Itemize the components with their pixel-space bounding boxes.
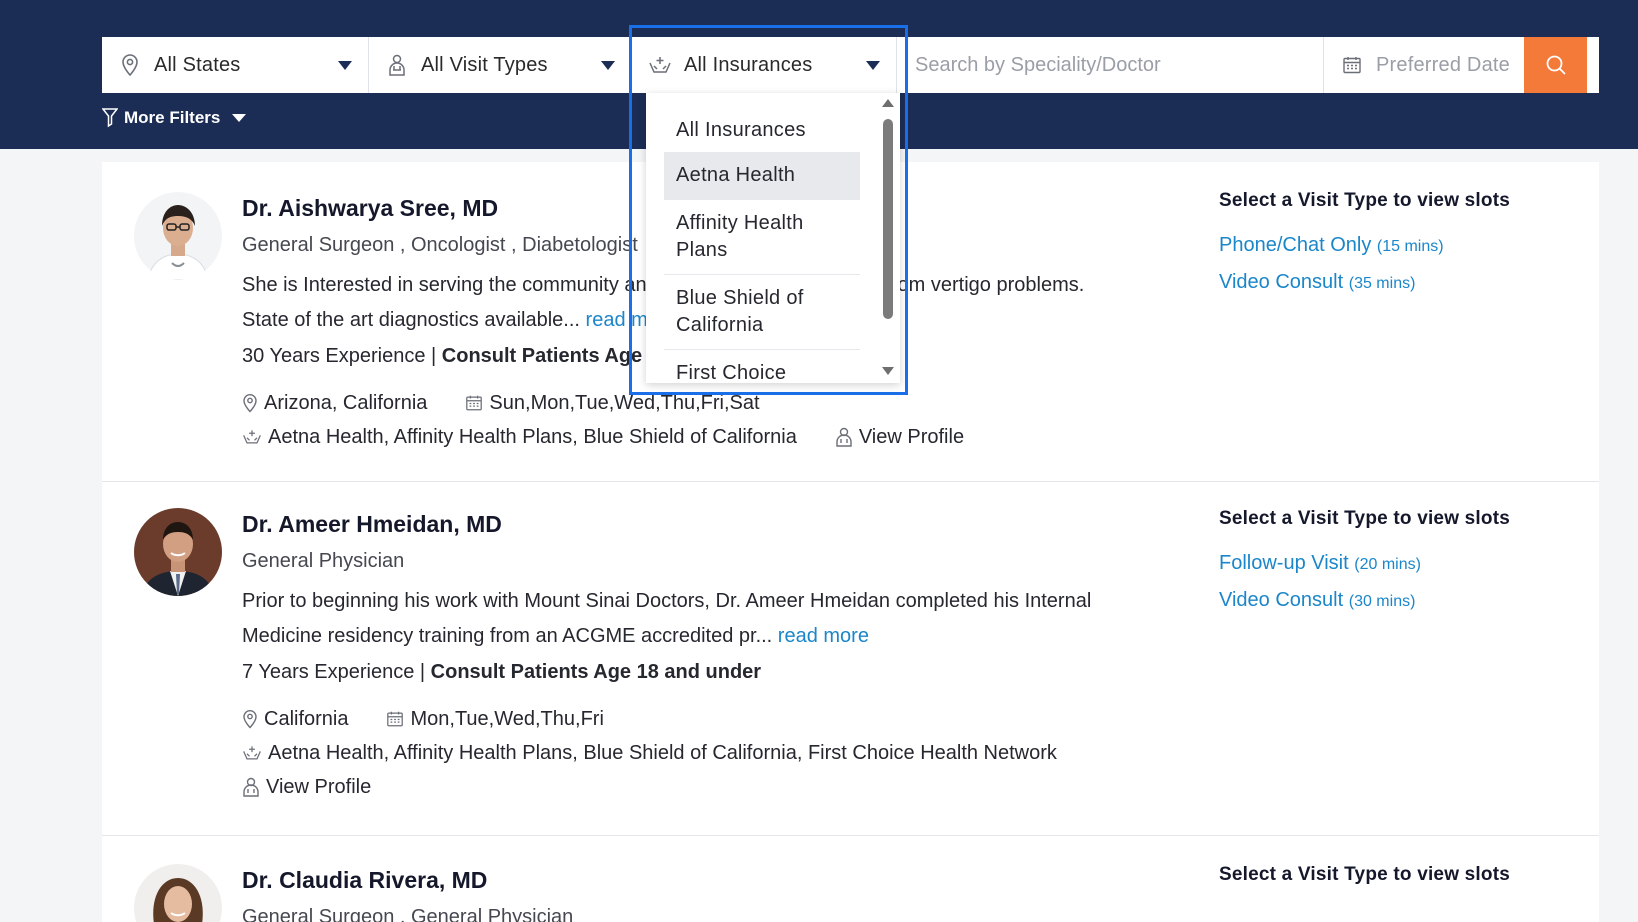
doctor-states: Arizona, California	[242, 386, 427, 420]
visit-types-select-label: All Visit Types	[421, 53, 548, 76]
states-text: Arizona, California	[264, 392, 428, 414]
slot-link[interactable]: Video Consult (30 mins)	[1219, 589, 1510, 612]
slot-duration: (15 mins)	[1376, 238, 1444, 255]
insurances-select-label: All Insurances	[684, 53, 813, 76]
doctor-info: Dr. Claudia Rivera, MD General Surgeon ,…	[242, 864, 1129, 922]
slot-label: Phone/Chat Only	[1219, 234, 1372, 256]
funnel-filter-icon	[102, 108, 118, 128]
doctor-states: California	[242, 702, 348, 736]
view-profile-label: View Profile	[266, 776, 372, 798]
doctor-experience: 7 Years Experience | Consult Patients Ag…	[242, 661, 762, 683]
insurances-text: Aetna Health, Affinity Health Plans, Blu…	[268, 742, 1057, 764]
slot-label: Video Consult	[1219, 271, 1344, 293]
doctor-card: Dr. Ameer Hmeidan, MD General Physician …	[102, 482, 1599, 836]
insurance-options-list: All Insurances Aetna Health Affinity Hea…	[664, 105, 860, 383]
insurance-dropdown: All Insurances Aetna Health Affinity Hea…	[646, 93, 900, 383]
calendar-icon	[465, 394, 483, 412]
avatar	[134, 508, 222, 596]
insurance-hands-icon	[242, 743, 262, 763]
states-text: California	[264, 708, 349, 730]
location-pin-icon	[242, 393, 258, 413]
calendar-icon	[1340, 53, 1364, 77]
doctor-bio: Prior to beginning his work with Mount S…	[242, 584, 1102, 654]
doctor-specialties: General Surgeon , General Physician	[242, 906, 574, 922]
chevron-down-icon	[866, 61, 880, 70]
location-pin-icon	[118, 53, 142, 77]
experience-years: 30 Years Experience	[242, 345, 426, 367]
doctor-days: Sun,Mon,Tue,Wed,Thu,Fri,Sat	[465, 386, 760, 420]
scroll-up-arrow-icon[interactable]	[882, 99, 894, 107]
slots-title: Select a Visit Type to view slots	[1219, 190, 1511, 211]
search-button[interactable]	[1524, 37, 1587, 93]
scroll-down-arrow-icon[interactable]	[882, 367, 894, 375]
doctor-insurances: Aetna Health, Affinity Health Plans, Blu…	[242, 736, 1057, 770]
visit-slots: Select a Visit Type to view slots	[1219, 864, 1510, 908]
doctor-specialties: General Physician	[242, 550, 405, 572]
doctor-bio-text: Prior to beginning his work with Mount S…	[242, 590, 1092, 647]
states-select-label: All States	[154, 53, 241, 76]
chevron-down-icon	[338, 61, 352, 70]
location-pin-icon	[242, 709, 258, 729]
doctor-name[interactable]: Dr. Claudia Rivera, MD	[242, 864, 1129, 896]
chevron-down-icon	[232, 114, 247, 122]
slots-title: Select a Visit Type to view slots	[1219, 864, 1511, 885]
view-profile-link[interactable]: View Profile	[242, 770, 371, 804]
slot-duration: (30 mins)	[1348, 593, 1416, 610]
slot-link[interactable]: Phone/Chat Only (15 mins)	[1219, 234, 1510, 257]
avatar	[134, 192, 222, 280]
slot-label: Video Consult	[1219, 589, 1344, 611]
days-text: Sun,Mon,Tue,Wed,Thu,Fri,Sat	[489, 392, 760, 414]
doctor-name[interactable]: Dr. Ameer Hmeidan, MD	[242, 508, 1129, 540]
doctor-card: Dr. Claudia Rivera, MD General Surgeon ,…	[102, 836, 1599, 922]
view-profile-label: View Profile	[858, 426, 965, 448]
more-filters-label: More Filters	[124, 108, 221, 127]
insurance-option[interactable]: First Choice	[664, 350, 860, 383]
insurance-option[interactable]: Affinity Health Plans	[664, 200, 860, 275]
insurance-option[interactable]: All Insurances	[664, 105, 860, 152]
slot-duration: (35 mins)	[1348, 275, 1416, 292]
slot-link[interactable]: Follow-up Visit (20 mins)	[1219, 552, 1510, 575]
dropdown-scrollbar[interactable]	[882, 97, 894, 379]
states-select[interactable]: All States	[102, 37, 369, 93]
preferred-date-label: Preferred Date	[1376, 53, 1510, 76]
experience-years: 7 Years Experience	[242, 661, 415, 683]
doctor-profile-icon	[835, 427, 853, 447]
doctor-profile-icon	[242, 777, 260, 797]
consult-age: Consult Patients Age 18 and under	[430, 661, 762, 683]
doctor-info: Dr. Ameer Hmeidan, MD General Physician …	[242, 508, 1129, 804]
slot-duration: (20 mins)	[1354, 556, 1421, 573]
visit-types-select[interactable]: All Visit Types	[369, 37, 632, 93]
insurance-hands-icon	[242, 427, 262, 447]
slot-label: Follow-up Visit	[1219, 552, 1349, 574]
calendar-icon	[386, 710, 404, 728]
chevron-down-icon	[601, 61, 615, 70]
slots-title: Select a Visit Type to view slots	[1219, 508, 1511, 529]
insurances-text: Aetna Health, Affinity Health Plans, Blu…	[268, 426, 797, 448]
view-profile-link[interactable]: View Profile	[835, 420, 964, 454]
visit-slots: Select a Visit Type to view slots Follow…	[1219, 508, 1510, 626]
insurances-select[interactable]: All Insurances	[632, 37, 897, 93]
read-more-link[interactable]: read more	[778, 625, 869, 647]
visit-slots: Select a Visit Type to view slots Phone/…	[1219, 190, 1510, 308]
search-field[interactable]	[897, 37, 1324, 93]
search-icon	[1546, 55, 1566, 75]
search-input[interactable]	[915, 53, 1305, 77]
doctor-meta: Arizona, California Sun,Mon,Tue,Wed,Thu,…	[242, 386, 1129, 454]
slot-link[interactable]: Video Consult (35 mins)	[1219, 271, 1510, 294]
doctor-insurances: Aetna Health, Affinity Health Plans, Blu…	[242, 420, 797, 454]
avatar	[134, 864, 222, 922]
days-text: Mon,Tue,Wed,Thu,Fri	[410, 708, 604, 730]
preferred-date-picker[interactable]: Preferred Date	[1324, 37, 1524, 93]
insurance-hands-icon	[648, 53, 672, 77]
doctor-days: Mon,Tue,Wed,Thu,Fri	[386, 702, 604, 736]
scrollbar-thumb[interactable]	[883, 119, 893, 319]
insurance-option-highlighted[interactable]: Aetna Health	[664, 152, 860, 200]
doctor-visit-icon	[385, 53, 409, 77]
more-filters-toggle[interactable]: More Filters	[102, 108, 247, 128]
filter-bar: All States All Visit Types All Insurance…	[102, 37, 1599, 93]
insurance-option[interactable]: Blue Shield of California	[664, 275, 860, 350]
doctor-meta: California Mon,Tue,Wed,Thu,Fri Aetna Hea…	[242, 702, 1129, 804]
